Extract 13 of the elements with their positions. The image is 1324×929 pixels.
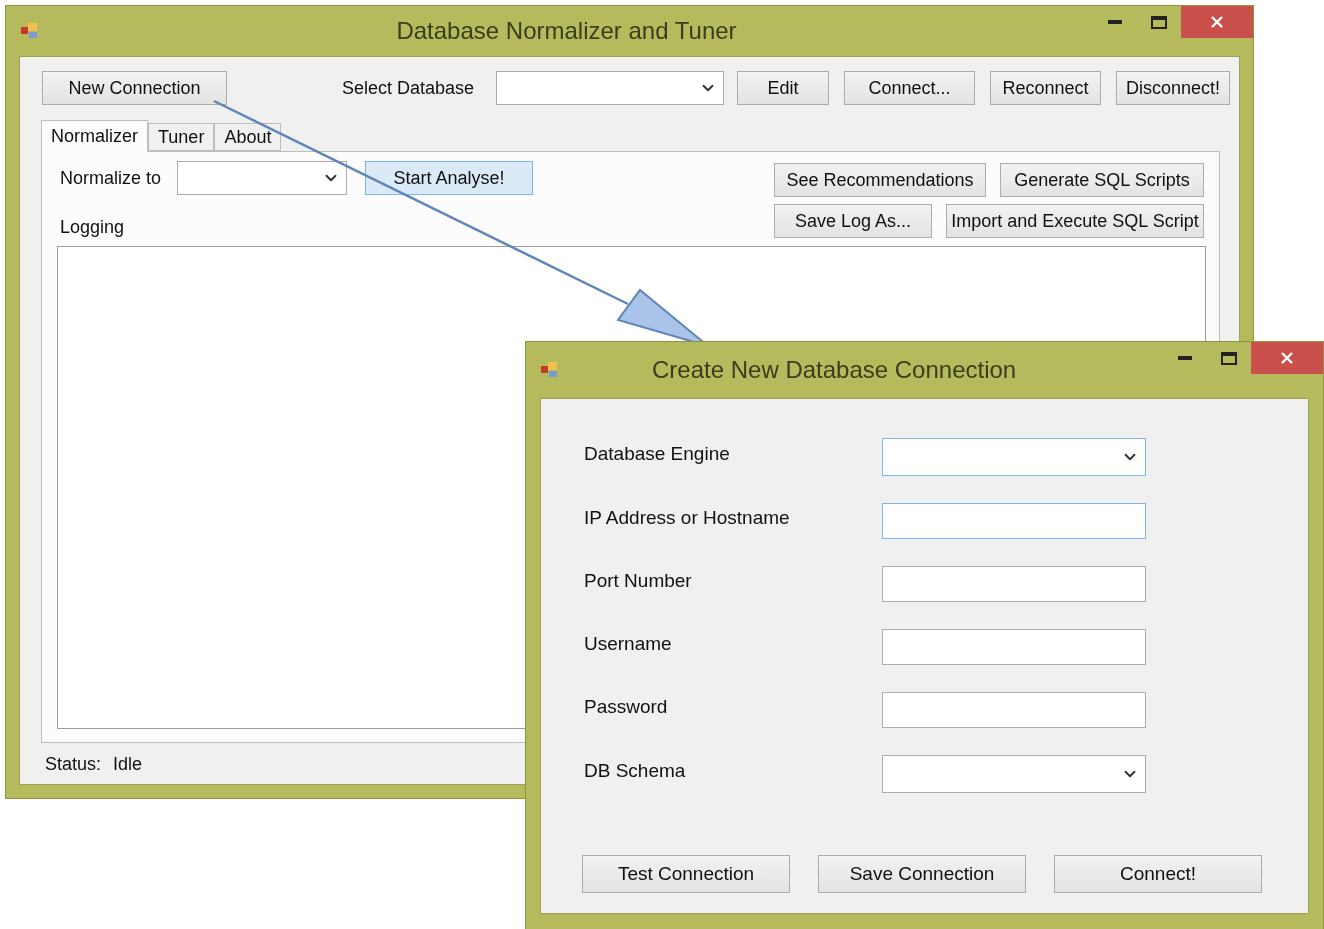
window-title: Database Normalizer and Tuner — [395, 17, 738, 45]
normalize-to-label: Normalize to — [60, 167, 162, 189]
field-label: Username — [584, 633, 673, 655]
select-database-label: Select Database — [342, 77, 475, 99]
dialog-title: Create New Database Connection — [652, 356, 1017, 384]
field-label: IP Address or Hostname — [584, 507, 791, 529]
field-label: Password — [584, 696, 669, 718]
logging-label: Logging — [60, 217, 126, 238]
field-label: DB Schema — [584, 760, 687, 782]
status-label: Status: — [45, 754, 102, 775]
field-label: Database Engine — [584, 443, 731, 465]
status-value: Idle — [113, 754, 143, 775]
field-label: Port Number — [584, 570, 693, 592]
